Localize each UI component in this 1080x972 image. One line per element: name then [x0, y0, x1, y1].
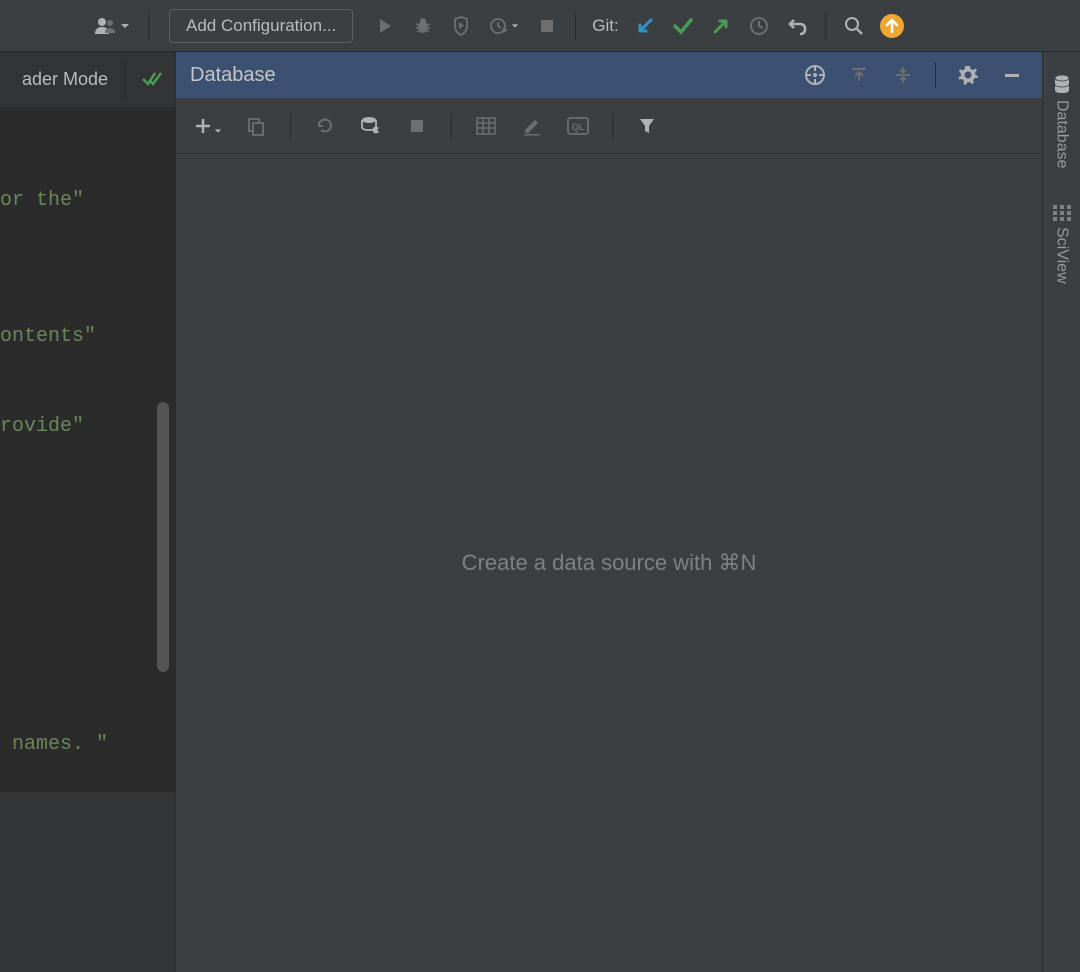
separator [825, 12, 826, 40]
chevron-down-icon [120, 21, 130, 31]
refresh-icon [315, 116, 335, 136]
main-toolbar: Add Configuration... [0, 0, 1080, 52]
stop-icon [539, 18, 555, 34]
checkmark-icon [672, 16, 694, 36]
query-console-button[interactable]: QL [562, 110, 594, 142]
empty-state-message: Create a data source with ⌘N [462, 550, 757, 576]
editor-area: ader Mode or the" ontents" rovide" names… [0, 52, 175, 972]
database-panel-header: Database [176, 52, 1042, 98]
reader-mode-label: ader Mode [22, 69, 108, 90]
duplicate-button[interactable] [240, 110, 272, 142]
database-icon [1052, 74, 1072, 94]
pencil-icon [522, 116, 542, 136]
db-wrench-icon [360, 115, 382, 137]
separator [290, 113, 291, 139]
disconnect-button[interactable] [401, 110, 433, 142]
git-push-button[interactable] [705, 10, 737, 42]
separator [451, 113, 452, 139]
run-button[interactable] [369, 10, 401, 42]
search-icon [844, 16, 864, 36]
shield-run-icon [451, 16, 471, 36]
search-everywhere-button[interactable] [838, 10, 870, 42]
table-icon [476, 117, 496, 135]
history-icon [749, 16, 769, 36]
user-dropdown[interactable] [88, 12, 136, 40]
plus-icon [194, 117, 212, 135]
collapse-top-icon [850, 66, 868, 84]
svg-text:QL: QL [572, 122, 585, 132]
filter-button[interactable] [631, 110, 663, 142]
refresh-button[interactable] [309, 110, 341, 142]
pull-arrow-icon [635, 16, 655, 36]
editor-header: ader Mode [0, 52, 175, 108]
editor-scrollbar[interactable] [157, 402, 169, 672]
sciview-tab-label: SciView [1053, 227, 1071, 284]
git-history-button[interactable] [743, 10, 775, 42]
collapse-button[interactable] [843, 59, 875, 91]
code-line: names. " [0, 730, 175, 760]
inspection-ok-icon[interactable] [141, 70, 163, 90]
console-ql-icon: QL [567, 117, 589, 135]
database-tool-window: Database [175, 52, 1042, 972]
right-tool-strip: Database SciView [1042, 52, 1080, 972]
gear-icon [957, 64, 979, 86]
stop-icon [409, 118, 425, 134]
separator [124, 60, 125, 100]
copy-icon [246, 116, 266, 136]
database-tab[interactable]: Database [1048, 70, 1076, 173]
clock-play-icon [489, 16, 509, 36]
database-tab-label: Database [1053, 100, 1071, 169]
separator [935, 62, 936, 88]
filter-icon [638, 117, 656, 135]
stop-button[interactable] [531, 10, 563, 42]
update-button[interactable] [876, 10, 908, 42]
separator [612, 113, 613, 139]
undo-icon [786, 16, 808, 36]
split-icon [894, 66, 912, 84]
table-button[interactable] [470, 110, 502, 142]
git-rollback-button[interactable] [781, 10, 813, 42]
git-pull-button[interactable] [629, 10, 661, 42]
datasource-target-button[interactable] [799, 59, 831, 91]
add-configuration-button[interactable]: Add Configuration... [169, 9, 353, 43]
datasource-properties-button[interactable] [355, 110, 387, 142]
bug-icon [413, 16, 433, 36]
sciview-icon [1053, 205, 1071, 221]
chevron-down-icon [214, 127, 222, 135]
chevron-down-icon [511, 22, 519, 30]
code-line: rovide" [0, 412, 175, 442]
editor-bottom-panel [0, 792, 175, 972]
edit-button[interactable] [516, 110, 548, 142]
add-button[interactable] [190, 110, 226, 142]
git-label: Git: [588, 16, 622, 36]
git-commit-button[interactable] [667, 10, 699, 42]
sciview-tab[interactable]: SciView [1049, 201, 1075, 288]
play-icon [376, 17, 394, 35]
minimize-icon [1003, 66, 1021, 84]
code-line: ontents" [0, 322, 175, 352]
update-available-icon [879, 13, 905, 39]
database-panel-body: Create a data source with ⌘N [176, 154, 1042, 972]
profile-button[interactable] [483, 10, 525, 42]
push-arrow-icon [711, 16, 731, 36]
debug-button[interactable] [407, 10, 439, 42]
panel-title: Database [190, 64, 791, 87]
coverage-button[interactable] [445, 10, 477, 42]
database-toolbar: QL [176, 98, 1042, 154]
split-button[interactable] [887, 59, 919, 91]
separator [575, 12, 576, 40]
settings-button[interactable] [952, 59, 984, 91]
main-area: ader Mode or the" ontents" rovide" names… [0, 52, 1080, 972]
separator [148, 12, 149, 40]
code-line: or the" [0, 186, 175, 216]
user-icon [94, 16, 116, 36]
hide-panel-button[interactable] [996, 59, 1028, 91]
target-icon [804, 64, 826, 86]
